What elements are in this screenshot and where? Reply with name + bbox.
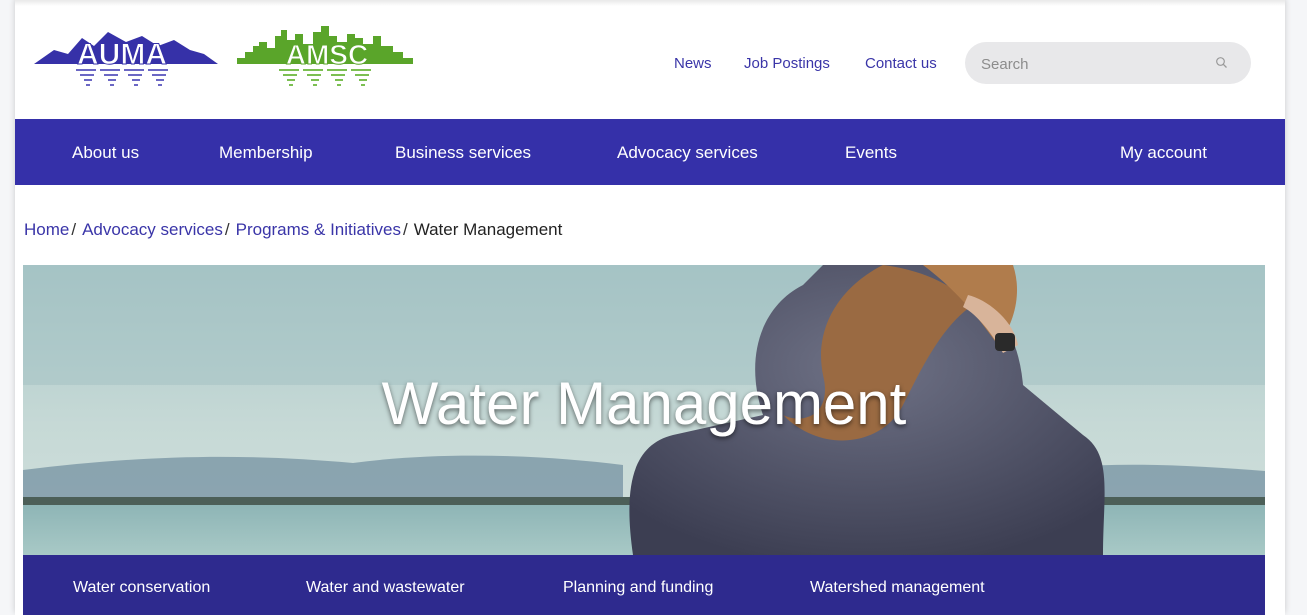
search-input[interactable] — [979, 52, 1203, 76]
subnav-item-water-and-wastewater[interactable]: Water and wastewater — [306, 579, 465, 597]
nav-item-advocacy-services[interactable]: Advocacy services — [617, 143, 758, 163]
breadcrumb-programs-initiatives[interactable]: Programs & Initiatives — [236, 220, 401, 239]
contact-us-link[interactable]: Contact us — [865, 55, 937, 72]
auma-logo[interactable]: AUMA — [34, 24, 218, 94]
hero-title: Water Management — [381, 370, 907, 437]
subnav-item-planning-and-funding[interactable]: Planning and funding — [563, 579, 713, 597]
nav-item-my-account[interactable]: My account — [1120, 143, 1207, 163]
page: AUMA AMSC News Job Postings Contact us A… — [15, 0, 1285, 615]
top-shadow — [15, 0, 1285, 6]
auma-logo-text: AUMA — [77, 38, 167, 71]
search-box — [965, 42, 1251, 84]
amsc-logo[interactable]: AMSC — [237, 24, 413, 94]
sub-nav: Water conservation Water and wastewater … — [23, 555, 1265, 615]
nav-item-business-services[interactable]: Business services — [395, 143, 531, 163]
hero-banner: Water Management — [23, 265, 1265, 555]
nav-item-events[interactable]: Events — [845, 143, 897, 163]
news-link[interactable]: News — [674, 55, 712, 72]
breadcrumb-separator: / — [224, 220, 230, 239]
breadcrumb-home[interactable]: Home — [24, 220, 69, 239]
main-nav: About us Membership Business services Ad… — [15, 119, 1285, 185]
breadcrumb-separator: / — [402, 220, 408, 239]
breadcrumb-current: Water Management — [413, 220, 563, 239]
search-icon[interactable] — [1215, 56, 1229, 70]
breadcrumb-separator: / — [71, 220, 77, 239]
nav-item-membership[interactable]: Membership — [219, 143, 313, 163]
amsc-logo-text: AMSC — [286, 39, 368, 70]
breadcrumb-advocacy-services[interactable]: Advocacy services — [82, 220, 223, 239]
nav-item-about-us[interactable]: About us — [72, 143, 139, 163]
subnav-item-watershed-management[interactable]: Watershed management — [810, 579, 985, 597]
subnav-item-water-conservation[interactable]: Water conservation — [73, 579, 210, 597]
job-postings-link[interactable]: Job Postings — [744, 55, 830, 72]
breadcrumb: Home / Advocacy services / Programs & Initia… — [24, 220, 562, 240]
